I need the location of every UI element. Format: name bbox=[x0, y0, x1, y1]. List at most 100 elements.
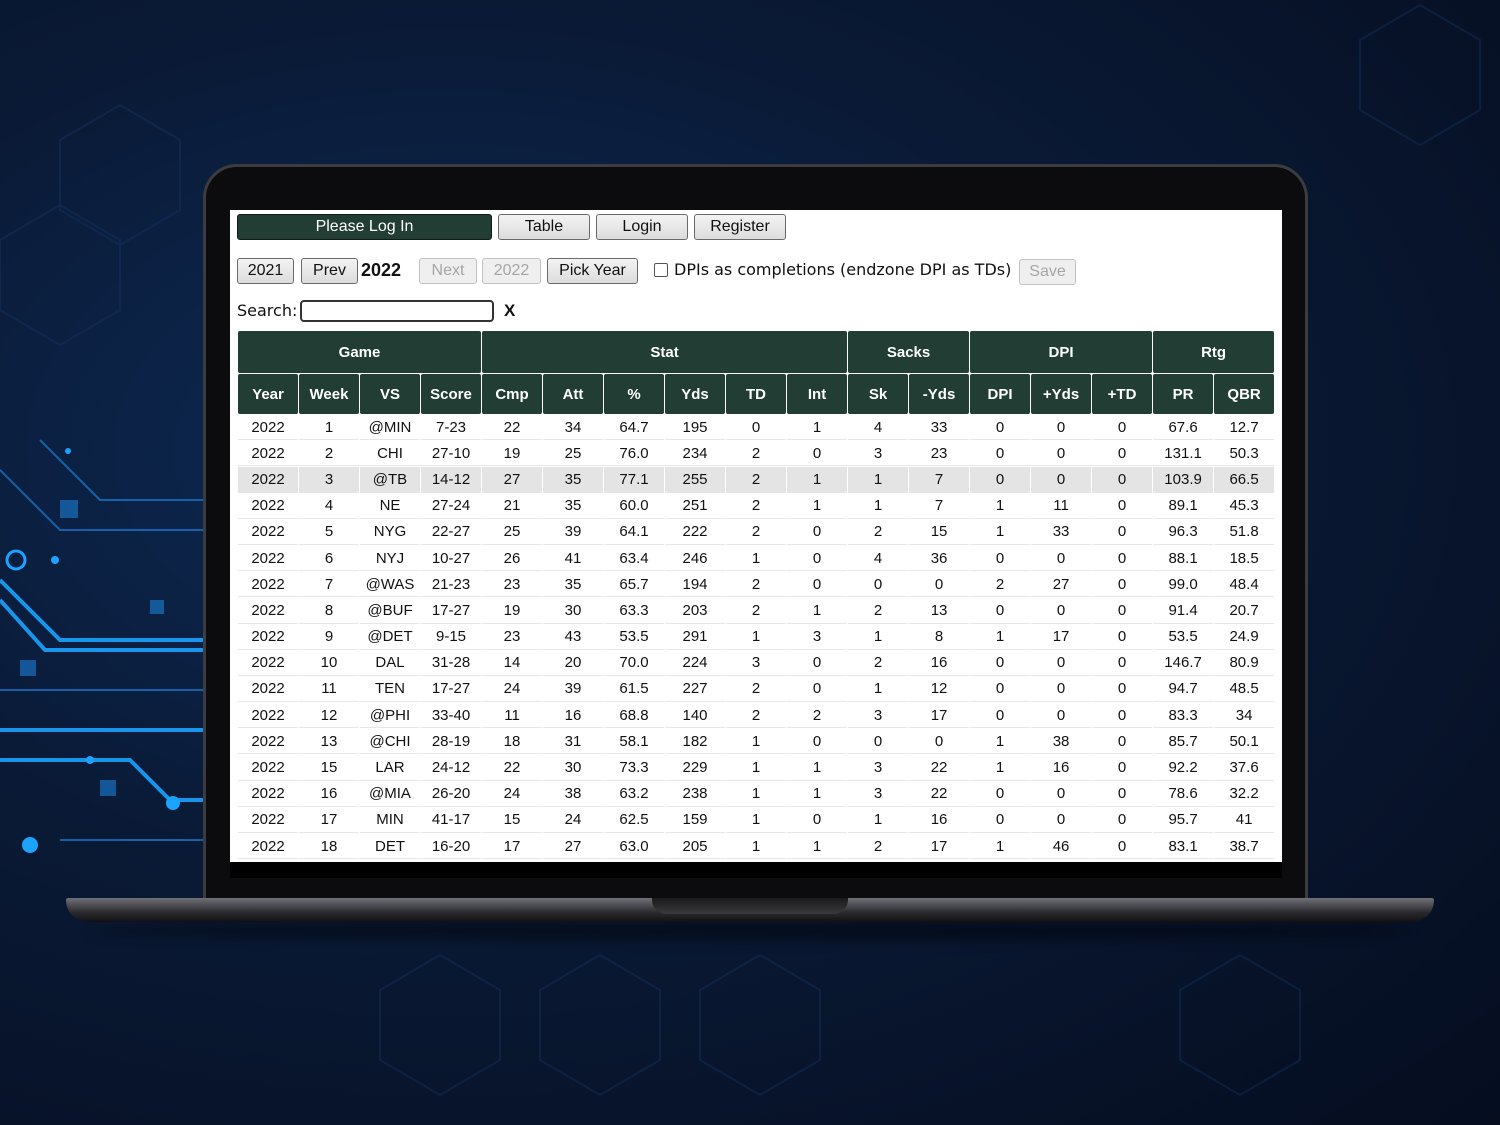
table-cell: 58.1 bbox=[604, 729, 665, 755]
table-row[interactable]: 2022 1 @MIN 7-23 22 34 64.7 195 0 1 4 33 0 0 0 67.6 12.7 bbox=[238, 415, 1275, 441]
column-header[interactable]: Year bbox=[238, 374, 298, 414]
table-cell: 1 bbox=[726, 729, 787, 755]
table-cell: 131.1 bbox=[1153, 441, 1214, 467]
table-cell: 103.9 bbox=[1153, 467, 1214, 493]
table-cell: 46 bbox=[1031, 834, 1092, 860]
table-row[interactable]: 2022 5 NYG 22-27 25 39 64.1 222 2 0 2 15 1 33 0 96.3 51.… bbox=[238, 519, 1275, 545]
save-button[interactable]: Save bbox=[1019, 259, 1076, 285]
table-cell: 66.5 bbox=[1214, 467, 1275, 493]
table-cell: 63.3 bbox=[604, 598, 665, 624]
table-cell: 17 bbox=[1031, 624, 1092, 650]
column-header[interactable]: -Yds bbox=[909, 374, 970, 414]
table-cell: 12 bbox=[909, 676, 970, 703]
table-cell: DAL bbox=[360, 650, 420, 676]
table-cell: 33 bbox=[909, 415, 970, 441]
search-input[interactable] bbox=[300, 300, 494, 322]
table-cell: 50.1 bbox=[1214, 729, 1275, 755]
table-cell: 0 bbox=[787, 441, 848, 467]
table-cell: 43 bbox=[543, 624, 604, 650]
table-row[interactable]: 2022 15 LAR 24-12 22 30 73.3 229 1 1 3 22 1 16 0 92.2 37… bbox=[238, 755, 1275, 781]
table-cell: 33-40 bbox=[421, 703, 482, 729]
table-cell: 96.3 bbox=[1153, 519, 1214, 545]
column-header[interactable]: Cmp bbox=[482, 374, 543, 414]
dpi-option[interactable]: DPIs as completions (endzone DPI as TDs) bbox=[654, 260, 1011, 279]
table-cell: 3 bbox=[848, 441, 909, 467]
login-button[interactable]: Login bbox=[596, 214, 688, 240]
table-row[interactable]: 2022 11 TEN 17-27 24 39 61.5 227 2 0 1 12 0 0 0 94.7 48.… bbox=[238, 676, 1275, 703]
table-cell: 0 bbox=[1092, 729, 1153, 755]
table-row[interactable]: 2022 16 @MIA 26-20 24 38 63.2 238 1 1 3 22 0 0 0 78.6 32… bbox=[238, 781, 1275, 807]
table-row[interactable]: 2022 4 NE 27-24 21 35 60.0 251 2 1 1 7 1 11 0 89.1 45.3 bbox=[238, 493, 1275, 519]
pick-year-button[interactable]: Pick Year bbox=[547, 258, 638, 284]
total-cell: 32 bbox=[848, 860, 909, 862]
column-header[interactable]: Week bbox=[299, 374, 359, 414]
table-cell: 1 bbox=[848, 493, 909, 519]
column-header[interactable]: PR bbox=[1153, 374, 1214, 414]
table-cell: 2 bbox=[726, 572, 787, 598]
table-cell: 0 bbox=[787, 572, 848, 598]
total-cell bbox=[421, 860, 482, 862]
next-button[interactable]: Next bbox=[419, 258, 477, 284]
table-cell: 16-20 bbox=[421, 834, 482, 860]
table-cell: 45.3 bbox=[1214, 493, 1275, 519]
table-row[interactable]: 2022 12 @PHI 33-40 11 16 68.8 140 2 2 3 17 0 0 0 83.3 34 bbox=[238, 703, 1275, 729]
column-header[interactable]: +Yds bbox=[1031, 374, 1092, 414]
table-cell: 23 bbox=[482, 624, 543, 650]
table-cell: 63.2 bbox=[604, 781, 665, 807]
column-header[interactable]: Sk bbox=[848, 374, 909, 414]
column-header[interactable]: DPI bbox=[970, 374, 1031, 414]
next-year-button[interactable]: 2022 bbox=[482, 258, 541, 284]
table-row[interactable]: 2022 9 @DET 9-15 23 43 53.5 291 1 3 1 8 1 17 0 53.5 24.9 bbox=[238, 624, 1275, 650]
table-cell: 38 bbox=[1031, 729, 1092, 755]
column-header[interactable]: VS bbox=[360, 374, 420, 414]
table-cell: 85.7 bbox=[1153, 729, 1214, 755]
table-row[interactable]: 2022 13 @CHI 28-19 18 31 58.1 182 1 0 0 0 1 38 0 85.7 50… bbox=[238, 729, 1275, 755]
table-row[interactable]: 2022 8 @BUF 17-27 19 30 63.3 203 2 1 2 13 0 0 0 91.4 20.… bbox=[238, 598, 1275, 624]
column-header[interactable]: TD bbox=[726, 374, 787, 414]
column-header[interactable]: Att bbox=[543, 374, 604, 414]
next-year-label: 2022 bbox=[493, 262, 530, 279]
table-cell: 1 bbox=[970, 624, 1031, 650]
table-row[interactable]: 2022 7 @WAS 21-23 23 35 65.7 194 2 0 0 0 2 27 0 99.0 48.… bbox=[238, 572, 1275, 598]
table-row[interactable]: 2022 3 @TB 14-12 27 35 77.1 255 2 1 1 7 0 0 0 103.9 66.5 bbox=[238, 467, 1275, 493]
table-cell: 0 bbox=[1092, 755, 1153, 781]
table-row[interactable]: 2022 10 DAL 31-28 14 20 70.0 224 3 0 2 16 0 0 0 146.7 80… bbox=[238, 650, 1275, 676]
dpi-checkbox[interactable] bbox=[654, 262, 668, 277]
table-row[interactable]: 2022 6 NYJ 10-27 26 41 63.4 246 1 0 4 36 0 0 0 88.1 18.5 bbox=[238, 545, 1275, 572]
table-row[interactable]: 2022 18 DET 16-20 17 27 63.0 205 1 1 2 17 1 46 0 83.1 38… bbox=[238, 834, 1275, 860]
table-row[interactable]: 2022 2 CHI 27-10 19 25 76.0 234 2 0 3 23 0 0 0 131.1 50.… bbox=[238, 441, 1275, 467]
column-header[interactable]: +TD bbox=[1092, 374, 1153, 414]
prev-button[interactable]: Prev bbox=[301, 258, 358, 284]
table-cell: 2 bbox=[726, 676, 787, 703]
column-header[interactable]: QBR bbox=[1214, 374, 1275, 414]
table-button[interactable]: Table bbox=[498, 214, 590, 240]
table-cell: 24.9 bbox=[1214, 624, 1275, 650]
clear-search-icon[interactable]: X bbox=[504, 301, 515, 321]
register-button[interactable]: Register bbox=[694, 214, 786, 240]
table-cell: 1 bbox=[726, 834, 787, 860]
table-cell: 2022 bbox=[238, 676, 298, 703]
column-header[interactable]: Int bbox=[787, 374, 848, 414]
table-cell: 0 bbox=[1092, 572, 1153, 598]
column-header[interactable]: Yds bbox=[665, 374, 726, 414]
table-cell: 22 bbox=[482, 755, 543, 781]
table-cell: 0 bbox=[970, 650, 1031, 676]
table-cell: 251 bbox=[665, 493, 726, 519]
table-cell: 1 bbox=[970, 519, 1031, 545]
table-cell: 3 bbox=[848, 703, 909, 729]
total-cell: 188 bbox=[1031, 860, 1092, 862]
table-cell: 30 bbox=[543, 598, 604, 624]
table-cell: NYG bbox=[360, 519, 420, 545]
table-cell: 1 bbox=[787, 493, 848, 519]
column-header[interactable]: % bbox=[604, 374, 665, 414]
column-header[interactable]: Score bbox=[421, 374, 482, 414]
table-cell: 26-20 bbox=[421, 781, 482, 807]
column-header-row: Year Week VS Score Cmp Att% Yds TD Int Sk -Yds DPI +… bbox=[238, 374, 1275, 414]
table-cell: 2 bbox=[726, 441, 787, 467]
table-cell: 0 bbox=[1092, 598, 1153, 624]
table-cell: 95.7 bbox=[1153, 807, 1214, 833]
prev-year-button[interactable]: 2021 bbox=[237, 258, 294, 284]
table-cell: 0 bbox=[1092, 781, 1153, 807]
table-row[interactable]: 2022 17 MIN 41-17 15 24 62.5 159 1 0 1 16 0 0 0 95.7 41 bbox=[238, 807, 1275, 833]
login-status-button[interactable]: Please Log In bbox=[237, 214, 492, 240]
